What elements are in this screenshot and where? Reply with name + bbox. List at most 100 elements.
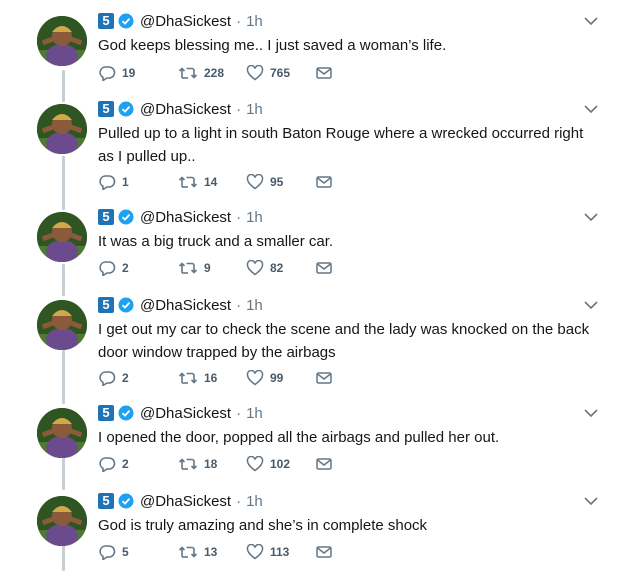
avatar[interactable] [37,16,87,66]
reply-button[interactable]: 2 [98,260,158,276]
tweet[interactable]: 5 @DhaSickest · 1h I opened the door, po… [0,392,632,484]
reply-button[interactable]: 2 [98,370,158,386]
direct-message-button[interactable] [316,457,332,471]
avatar[interactable] [37,496,87,546]
verified-badge-icon [118,209,134,225]
timestamp[interactable]: 1h [246,493,263,510]
timestamp[interactable]: 1h [246,297,263,314]
like-count: 113 [270,545,290,559]
reply-button[interactable]: 1 [98,174,158,190]
direct-message-button[interactable] [316,371,332,385]
tweet[interactable]: 5 @DhaSickest · 1h It was a big truck an… [0,196,632,288]
account-badge: 5 [98,405,114,421]
tweet[interactable]: 5 @DhaSickest · 1h I get out my car to c… [0,284,632,396]
reply-count: 2 [122,371,129,385]
avatar[interactable] [37,104,87,154]
avatar[interactable] [37,300,87,350]
like-count: 765 [270,66,291,80]
tweet-header: 5 @DhaSickest · 1h [98,208,263,226]
chevron-down-icon[interactable] [584,16,598,26]
retweet-count: 9 [204,261,211,275]
timestamp[interactable]: 1h [246,13,263,30]
account-badge: 5 [98,297,114,313]
direct-message-icon [316,372,332,384]
separator: · [236,12,242,30]
retweet-button[interactable]: 18 [178,456,246,472]
tweet-header: 5 @DhaSickest · 1h [98,404,263,422]
verified-badge-icon [118,493,134,509]
verified-badge-icon [118,13,134,29]
retweet-button[interactable]: 228 [178,65,246,81]
user-handle[interactable]: @DhaSickest [140,493,231,510]
separator: · [236,208,242,226]
reply-icon [99,66,116,81]
reply-button[interactable]: 19 [98,65,158,81]
retweet-button[interactable]: 9 [178,260,246,276]
heart-icon [246,544,264,560]
timestamp[interactable]: 1h [246,405,263,422]
chevron-down-icon[interactable] [584,408,598,418]
direct-message-button[interactable] [316,261,332,275]
like-button[interactable]: 765 [246,65,316,81]
direct-message-icon [316,458,332,470]
user-handle[interactable]: @DhaSickest [140,101,231,118]
reply-button[interactable]: 5 [98,544,158,560]
like-button[interactable]: 102 [246,456,316,472]
direct-message-button[interactable] [316,545,332,559]
tweet-header: 5 @DhaSickest · 1h [98,12,263,30]
timestamp[interactable]: 1h [246,209,263,226]
direct-message-button[interactable] [316,66,332,80]
tweet-text: I opened the door, popped all the airbag… [98,429,500,446]
heart-icon [246,456,264,472]
retweet-icon [178,176,198,188]
reply-icon [99,175,116,190]
chevron-down-icon[interactable] [584,212,598,222]
tweet-actions: 19 228 765 [98,63,332,83]
retweet-button[interactable]: 16 [178,370,246,386]
retweet-count: 228 [204,66,225,80]
reply-count: 2 [122,261,129,275]
like-button[interactable]: 95 [246,174,316,190]
user-handle[interactable]: @DhaSickest [140,297,231,314]
avatar[interactable] [37,212,87,262]
separator: · [236,100,242,118]
reply-count: 1 [122,175,129,189]
tweet[interactable]: 5 @DhaSickest · 1h God is truly amazing … [0,480,632,571]
like-button[interactable]: 113 [246,544,316,560]
like-button[interactable]: 99 [246,370,316,386]
retweet-count: 16 [204,371,218,385]
avatar[interactable] [37,408,87,458]
heart-icon [246,370,264,386]
user-handle[interactable]: @DhaSickest [140,209,231,226]
retweet-button[interactable]: 13 [178,544,246,560]
separator: · [236,492,242,510]
tweet-text: God is truly amazing and she’s in comple… [98,517,428,534]
user-handle[interactable]: @DhaSickest [140,13,231,30]
retweet-icon [178,67,198,79]
tweet-actions: 2 16 99 [98,368,332,388]
reply-icon [99,371,116,386]
retweet-icon [178,372,198,384]
like-count: 95 [270,175,284,189]
chevron-down-icon[interactable] [584,104,598,114]
tweet-actions: 1 14 95 [98,172,332,192]
tweet[interactable]: 5 @DhaSickest · 1h Pulled up to a light … [0,88,632,200]
reply-button[interactable]: 2 [98,456,158,472]
user-handle[interactable]: @DhaSickest [140,405,231,422]
separator: · [236,296,242,314]
retweet-icon [178,546,198,558]
chevron-down-icon[interactable] [584,300,598,310]
reply-count: 2 [122,457,129,471]
direct-message-button[interactable] [316,175,332,189]
verified-badge-icon [118,101,134,117]
retweet-count: 18 [204,457,218,471]
tweet-header: 5 @DhaSickest · 1h [98,100,263,118]
tweet[interactable]: 5 @DhaSickest · 1h God keeps blessing me… [0,0,632,92]
like-button[interactable]: 82 [246,260,316,276]
retweet-icon [178,262,198,274]
timestamp[interactable]: 1h [246,101,263,118]
tweet-text: I get out my car to check the scene and … [98,321,590,361]
tweet-text: It was a big truck and a smaller car. [98,233,334,250]
chevron-down-icon[interactable] [584,496,598,506]
retweet-button[interactable]: 14 [178,174,246,190]
